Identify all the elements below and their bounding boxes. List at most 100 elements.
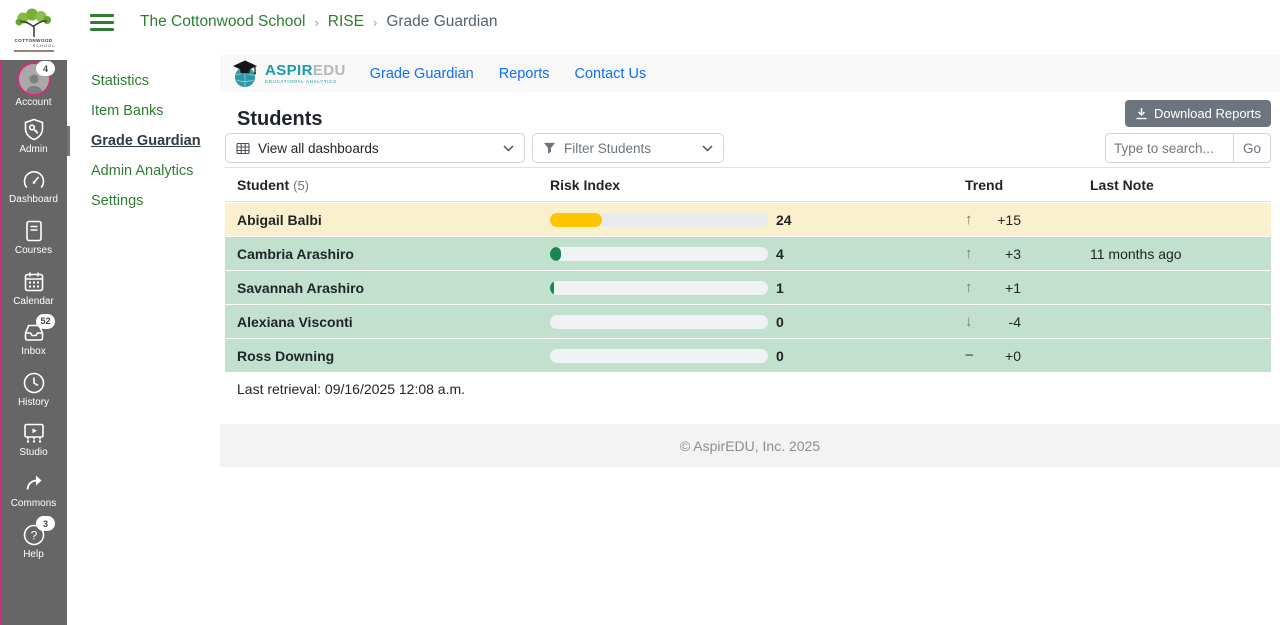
search-input[interactable] [1105,133,1233,163]
table-row[interactable]: Alexiana Visconti 0 ↓-4 [225,305,1271,338]
shield-icon [21,117,47,143]
school-logo-sub: SCHOOL [12,43,56,48]
nav-item-settings[interactable]: Settings [67,186,220,216]
school-motto-line [14,50,54,52]
sidebar-item-history[interactable]: History [0,364,67,415]
table-row[interactable]: Cambria Arashiro 4 ↑+3 11 months ago [225,237,1271,270]
clock-icon [21,370,47,396]
risk-value: 1 [768,280,965,296]
risk-value: 0 [768,348,965,364]
search-group: Go [1105,133,1271,163]
sidebar-item-dashboard[interactable]: Dashboard [0,161,67,212]
trend-value: +15 [983,212,1021,228]
top-header: The Cottonwood School › RISE › Grade Gua… [67,0,1280,44]
calendar-icon [21,269,47,295]
student-name[interactable]: Ross Downing [225,348,550,364]
risk-value: 4 [768,246,965,262]
table-row[interactable]: Ross Downing 0 −+0 [225,339,1271,372]
breadcrumb: The Cottonwood School › RISE › Grade Gua… [140,13,497,31]
sidebar-item-calendar[interactable]: Calendar [0,262,67,313]
link-reports[interactable]: Reports [499,66,550,82]
aspiredu-header: ASPIREDU EDUCATIONAL ANALYTICS Grade Gua… [220,55,1280,92]
trend-value: +1 [983,280,1021,296]
col-last-note: Last Note [1082,177,1271,193]
trend-value: +3 [983,246,1021,262]
breadcrumb-current: Grade Guardian [386,13,497,31]
sidebar-item-studio[interactable]: Studio [0,414,67,465]
trend-up-icon: ↑ [965,211,983,228]
gauge-icon [21,167,47,193]
brand-tagline: EDUCATIONAL ANALYTICS [265,79,346,84]
students-table: Student (5) Risk Index Trend Last Note Ab… [225,167,1271,372]
filter-toolbar: View all dashboards Filter Students Go [225,133,1271,163]
hamburger-menu-icon[interactable] [90,10,114,35]
chevron-right-icon: › [373,15,377,30]
book-icon [21,218,47,244]
trend-flat-icon: − [965,347,983,364]
funnel-icon [543,142,556,155]
link-grade-guardian[interactable]: Grade Guardian [370,66,474,82]
copyright: © AspirEDU, Inc. 2025 [680,438,820,454]
trend-value: +0 [983,348,1021,364]
filter-students-select[interactable]: Filter Students [532,133,724,163]
student-name[interactable]: Savannah Arashiro [225,280,550,296]
link-contact-us[interactable]: Contact Us [574,66,646,82]
nav-item-item-banks[interactable]: Item Banks [67,96,220,126]
col-risk-index: Risk Index [550,177,965,193]
table-row[interactable]: Savannah Arashiro 1 ↑+1 [225,271,1271,304]
share-arrow-icon [21,471,47,497]
app-nav-links: Grade Guardian Reports Contact Us [370,66,647,82]
table-header: Student (5) Risk Index Trend Last Note [225,167,1271,202]
course-navigation: Statistics Item Banks Grade Guardian Adm… [67,66,220,216]
global-sidebar: COTTONWOOD SCHOOL 4 Account Admin Dashbo… [0,0,67,625]
student-name[interactable]: Abigail Balbi [225,212,550,228]
sidebar-item-admin[interactable]: Admin [0,111,67,162]
chevron-right-icon: › [314,15,318,30]
trend-down-icon: ↓ [965,313,983,330]
risk-value: 0 [768,314,965,330]
inbox-badge: 52 [36,314,55,329]
sidebar-item-courses[interactable]: Courses [0,212,67,263]
go-button[interactable]: Go [1233,133,1271,163]
student-name[interactable]: Alexiana Visconti [225,314,550,330]
trend-value: -4 [983,314,1021,330]
sidebar-item-help[interactable]: ? 3 Help [0,515,67,566]
cottonwood-tree-icon [11,8,57,38]
school-logo[interactable]: COTTONWOOD SCHOOL [0,0,67,60]
trend-up-icon: ↑ [965,279,983,296]
main-content: ASPIREDU EDUCATIONAL ANALYTICS Grade Gua… [220,44,1280,625]
help-badge: 3 [36,516,55,531]
risk-bar [550,213,768,227]
nav-item-admin-analytics[interactable]: Admin Analytics [67,156,220,186]
svg-text:?: ? [30,528,37,542]
dashboard-select[interactable]: View all dashboards [225,133,525,163]
col-student: Student [237,177,289,193]
breadcrumb-school[interactable]: The Cottonwood School [140,13,305,31]
risk-bar [550,315,768,329]
page-title: Students [237,108,323,131]
sidebar-item-inbox[interactable]: 52 Inbox [0,313,67,364]
risk-bar [550,349,768,363]
aspiredu-logo: ASPIREDU EDUCATIONAL ANALYTICS [230,59,346,89]
nav-item-statistics[interactable]: Statistics [67,66,220,96]
student-count: (5) [293,178,309,193]
studio-monitor-icon [21,420,47,446]
risk-bar [550,247,768,261]
account-badge: 4 [36,61,55,76]
last-note: 11 months ago [1082,246,1271,262]
table-grid-icon [236,142,250,155]
chevron-down-icon [503,145,514,152]
nav-item-grade-guardian[interactable]: Grade Guardian [67,126,220,156]
risk-value: 24 [768,212,965,228]
app-footer: © AspirEDU, Inc. 2025 [220,424,1280,467]
globe-gradcap-icon [230,59,260,89]
download-reports-button[interactable]: Download Reports [1125,100,1271,127]
student-name[interactable]: Cambria Arashiro [225,246,550,262]
sidebar-item-account[interactable]: 4 Account [0,60,67,111]
risk-bar [550,281,768,295]
sidebar-item-commons[interactable]: Commons [0,465,67,516]
col-trend: Trend [965,177,1082,193]
table-row[interactable]: Abigail Balbi 24 ↑+15 [225,203,1271,236]
last-retrieval-status: Last retrieval: 09/16/2025 12:08 a.m. [237,381,465,397]
breadcrumb-account[interactable]: RISE [328,13,364,31]
